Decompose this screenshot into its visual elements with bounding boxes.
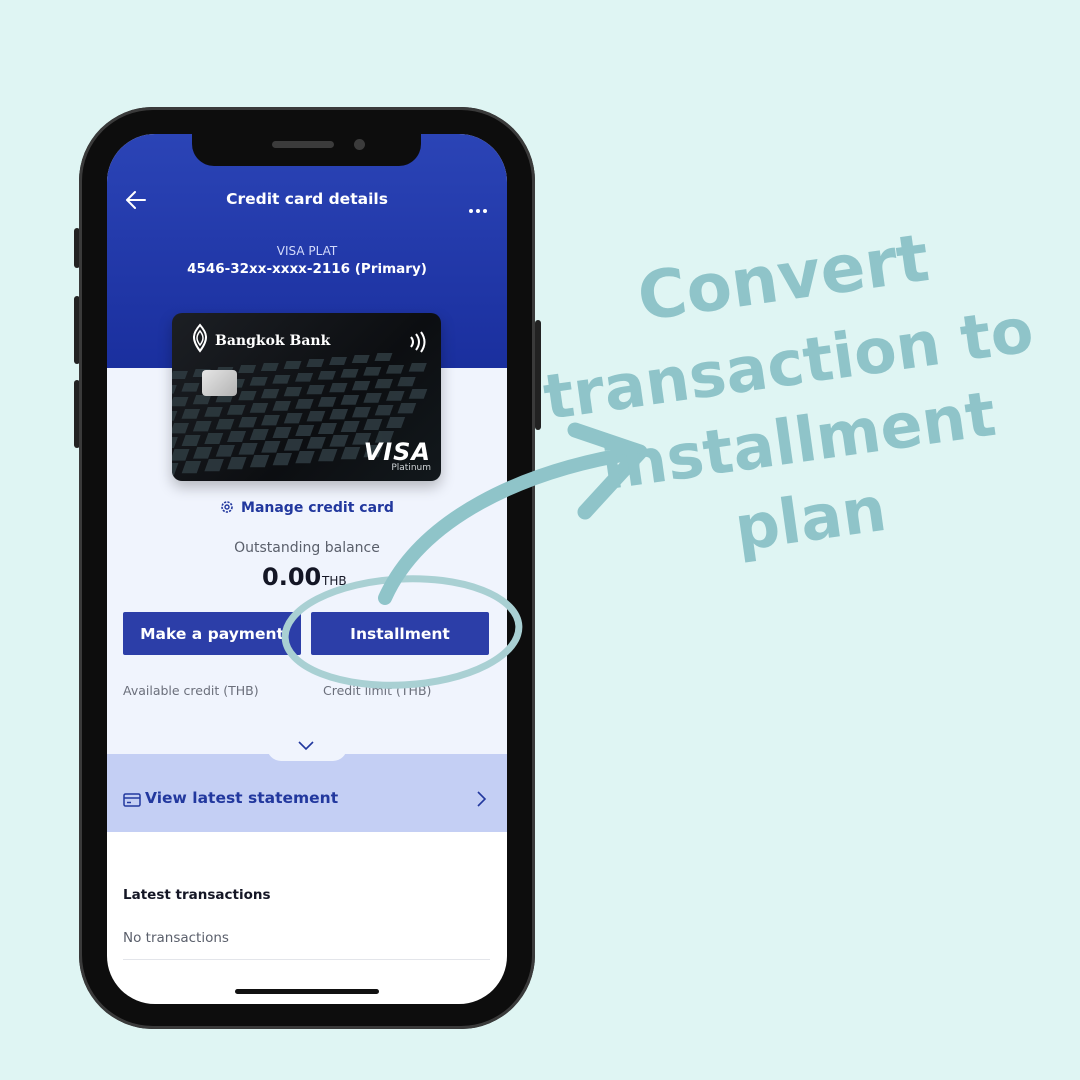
annotation-line-4: plan: [730, 472, 890, 565]
annotation-overlay: Convert transaction to installment plan: [281, 219, 1038, 689]
highlight-circle: [281, 575, 523, 689]
